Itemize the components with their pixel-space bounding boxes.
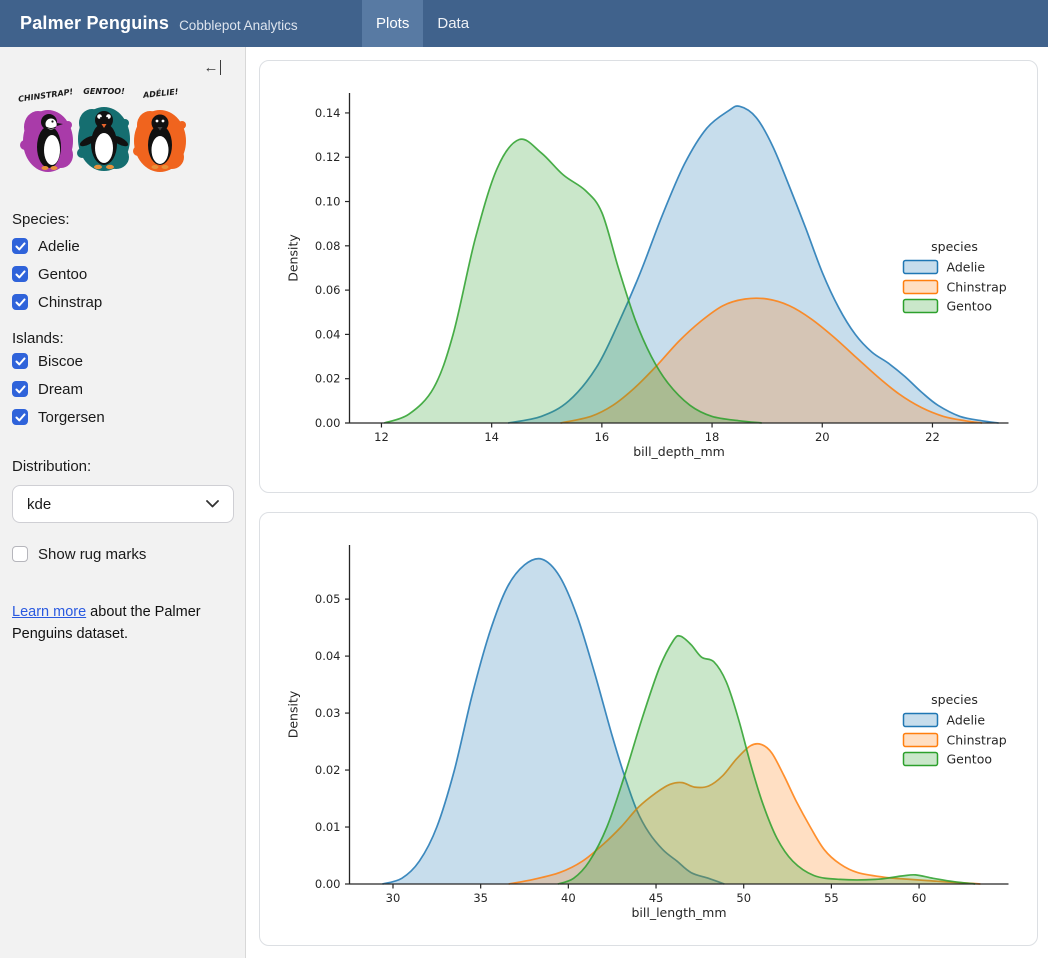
svg-text:0.08: 0.08	[315, 239, 341, 253]
learn-more-link[interactable]: Learn more	[12, 604, 86, 620]
svg-text:Gentoo: Gentoo	[947, 752, 993, 767]
svg-text:0.02: 0.02	[315, 372, 341, 386]
adelie-label: ADÉLIE!	[141, 85, 179, 100]
app-title: Palmer Penguins	[20, 13, 169, 34]
island-checkbox-torgersen[interactable]: Torgersen	[12, 403, 233, 431]
brand-area: Palmer Penguins Cobblepot Analytics	[0, 0, 362, 47]
nav-tabs: Plots Data	[362, 0, 483, 47]
svg-text:Adelie: Adelie	[947, 713, 986, 728]
checkbox	[12, 266, 28, 282]
svg-text:Chinstrap: Chinstrap	[947, 280, 1007, 295]
svg-text:45: 45	[649, 891, 664, 905]
distribution-selected-value: kde	[27, 496, 51, 513]
bill-length-plot-card: 30 35 40 45 50 55 60 0.00 0.01 0.02 0.03 0.04 0.05 bi…	[259, 512, 1038, 946]
bill-depth-kde-chart: 12 14 16 18 20 22 0.00 0.02 0.04 0.06 0.08 0.10 0.12…	[260, 61, 1037, 492]
tab-plots[interactable]: Plots	[362, 0, 423, 47]
chinstrap-label: CHINSTRAP!	[18, 87, 74, 104]
svg-text:30: 30	[386, 891, 401, 905]
species-checkbox-gentoo[interactable]: Gentoo	[12, 260, 233, 288]
checkbox	[12, 238, 28, 254]
bill-depth-plot-card: 12 14 16 18 20 22 0.00 0.02 0.04 0.06 0.08 0.10 0.12…	[259, 60, 1038, 493]
checkbox-label: Dream	[38, 381, 83, 398]
svg-text:0.05: 0.05	[315, 592, 341, 606]
checkbox-label: Chinstrap	[38, 294, 102, 311]
checkbox	[12, 353, 28, 369]
svg-text:0.06: 0.06	[315, 283, 341, 297]
svg-text:0.02: 0.02	[315, 763, 341, 777]
svg-text:bill_depth_mm: bill_depth_mm	[633, 444, 725, 459]
svg-text:12: 12	[374, 430, 389, 444]
svg-text:0.12: 0.12	[315, 150, 341, 164]
checkbox-label: Biscoe	[38, 353, 83, 370]
svg-text:0.14: 0.14	[315, 106, 341, 120]
svg-text:0.03: 0.03	[315, 706, 341, 720]
navbar: Palmer Penguins Cobblepot Analytics Plot…	[0, 0, 1048, 47]
island-checkbox-biscoe[interactable]: Biscoe	[12, 347, 233, 375]
checkbox	[12, 294, 28, 310]
checkbox-label: Adelie	[38, 238, 80, 255]
svg-text:0.00: 0.00	[315, 877, 341, 891]
islands-group-label: Islands:	[12, 330, 233, 347]
checkbox	[12, 381, 28, 397]
chevron-down-icon	[206, 500, 219, 508]
collapse-left-arrow-icon: ←	[204, 60, 219, 75]
distribution-label: Distribution:	[12, 458, 233, 475]
checkbox-label: Gentoo	[38, 266, 87, 283]
checkbox	[12, 409, 28, 425]
svg-text:Density: Density	[286, 690, 301, 738]
svg-text:16: 16	[595, 430, 610, 444]
svg-text:0.10: 0.10	[315, 195, 341, 209]
island-checkbox-dream[interactable]: Dream	[12, 375, 233, 403]
svg-text:40: 40	[561, 891, 576, 905]
svg-text:20: 20	[815, 430, 830, 444]
svg-text:species: species	[931, 239, 978, 254]
checkbox	[12, 546, 28, 562]
svg-text:60: 60	[912, 891, 927, 905]
penguin-artwork: CHINSTRAP! GENTOO! ADÉLIE!	[12, 83, 194, 179]
svg-text:18: 18	[705, 430, 720, 444]
sidebar-collapse-button[interactable]: ←	[204, 60, 222, 75]
gentoo-label: GENTOO!	[83, 87, 125, 96]
svg-text:Adelie: Adelie	[947, 260, 986, 275]
svg-text:Gentoo: Gentoo	[947, 299, 993, 314]
sidebar: ←	[0, 47, 246, 958]
svg-text:bill_length_mm: bill_length_mm	[631, 905, 726, 920]
species-group-label: Species:	[12, 211, 233, 228]
svg-text:22: 22	[925, 430, 940, 444]
checkbox-label: Show rug marks	[38, 546, 146, 563]
species-checkbox-adelie[interactable]: Adelie	[12, 232, 233, 260]
svg-text:50: 50	[736, 891, 751, 905]
main-content: 12 14 16 18 20 22 0.00 0.02 0.04 0.06 0.08 0.10 0.12…	[246, 47, 1048, 958]
dataset-note: Learn more about the Palmer Penguins dat…	[12, 601, 233, 645]
svg-text:species: species	[931, 692, 978, 707]
svg-text:0.01: 0.01	[315, 820, 341, 834]
species-checkbox-chinstrap[interactable]: Chinstrap	[12, 288, 233, 316]
app-subtitle: Cobblepot Analytics	[179, 18, 298, 33]
svg-text:35: 35	[473, 891, 488, 905]
svg-text:14: 14	[484, 430, 499, 444]
tab-data[interactable]: Data	[423, 0, 483, 47]
distribution-select[interactable]: kde	[12, 485, 234, 523]
svg-text:Density: Density	[286, 234, 301, 282]
checkbox-label: Torgersen	[38, 409, 105, 426]
svg-text:0.00: 0.00	[315, 416, 341, 430]
collapse-bar-icon	[220, 60, 222, 75]
svg-text:55: 55	[824, 891, 839, 905]
bill-length-kde-chart: 30 35 40 45 50 55 60 0.00 0.01 0.02 0.03 0.04 0.05 bi…	[260, 513, 1037, 945]
show-rug-marks-checkbox[interactable]: Show rug marks	[12, 540, 233, 568]
svg-text:0.04: 0.04	[315, 327, 341, 341]
svg-text:Chinstrap: Chinstrap	[947, 733, 1007, 748]
svg-text:0.04: 0.04	[315, 649, 341, 663]
